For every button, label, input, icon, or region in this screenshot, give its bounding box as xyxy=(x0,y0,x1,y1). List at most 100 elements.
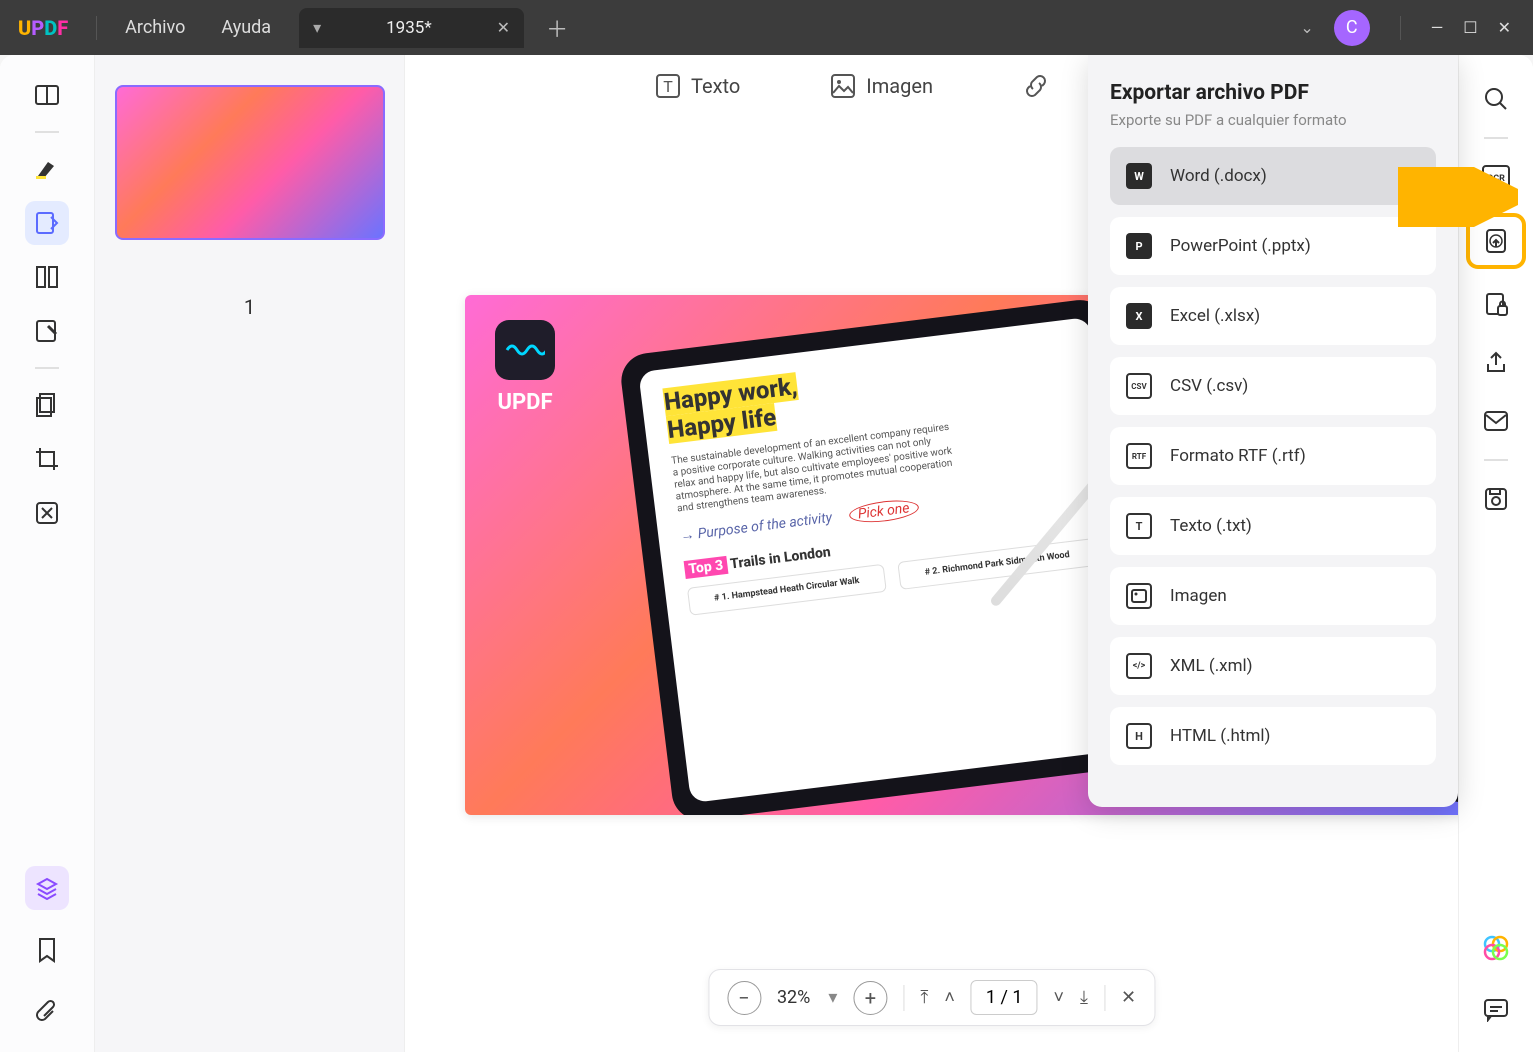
export-option-label: HTML (.html) xyxy=(1170,726,1270,746)
new-tab-button[interactable]: ＋ xyxy=(524,12,590,44)
compress-icon xyxy=(34,500,60,526)
export-option-label: PowerPoint (.pptx) xyxy=(1170,236,1311,256)
separator xyxy=(1104,985,1105,1011)
paperclip-icon xyxy=(35,999,59,1025)
app-logo: UPDF xyxy=(18,16,68,40)
rtf-icon: RTF xyxy=(1126,443,1152,469)
save-button[interactable] xyxy=(1474,477,1518,521)
export-icon xyxy=(1483,228,1509,254)
separator xyxy=(903,985,904,1011)
svg-text:T: T xyxy=(663,77,673,96)
export-option-word[interactable]: W Word (.docx) xyxy=(1110,147,1436,205)
stack-icon xyxy=(34,392,60,418)
search-button[interactable] xyxy=(1474,77,1518,121)
highlighter-icon xyxy=(34,156,60,182)
export-option-label: Excel (.xlsx) xyxy=(1170,306,1260,326)
page-thumbnail[interactable] xyxy=(115,85,385,240)
zoom-nav-bar: − 32% ▾ + ⤒ ˄ 1 / 1 ˅ ⤓ ✕ xyxy=(708,969,1155,1026)
protect-button[interactable] xyxy=(1474,283,1518,327)
form-tool-button[interactable] xyxy=(25,309,69,353)
bookmark-icon xyxy=(36,937,58,963)
menu-file[interactable]: Archivo xyxy=(107,17,203,38)
separator xyxy=(35,131,59,133)
thumbnail-panel: 1 xyxy=(95,55,405,1052)
attachment-button[interactable] xyxy=(25,990,69,1034)
zoom-dropdown-icon[interactable]: ▾ xyxy=(828,987,837,1008)
image-icon xyxy=(830,73,856,99)
export-option-rtf[interactable]: RTF Formato RTF (.rtf) xyxy=(1110,427,1436,485)
feedback-button[interactable] xyxy=(1474,988,1518,1032)
export-option-csv[interactable]: CSV CSV (.csv) xyxy=(1110,357,1436,415)
tab-close-icon[interactable]: ✕ xyxy=(497,18,510,37)
user-avatar[interactable]: C xyxy=(1334,10,1370,46)
search-icon xyxy=(1483,86,1509,112)
crop-tool-button[interactable] xyxy=(25,437,69,481)
next-page-button[interactable]: ˅ xyxy=(1053,987,1064,1008)
minimize-button[interactable]: — xyxy=(1431,18,1444,37)
maximize-button[interactable]: ☐ xyxy=(1463,18,1477,37)
page-indicator[interactable]: 1 / 1 xyxy=(971,980,1038,1015)
share-icon xyxy=(1484,350,1508,376)
tab-title: 1935* xyxy=(386,18,432,38)
export-option-text[interactable]: T Texto (.txt) xyxy=(1110,497,1436,555)
last-page-button[interactable]: ⤓ xyxy=(1080,987,1088,1008)
form-fill-icon xyxy=(34,318,60,344)
batch-button[interactable] xyxy=(25,383,69,427)
app-body: 1 T Texto Imagen UPDF xyxy=(0,55,1533,1052)
layers-button[interactable] xyxy=(25,866,69,910)
xml-icon: </> xyxy=(1126,653,1152,679)
export-option-label: Texto (.txt) xyxy=(1170,516,1252,536)
export-option-image[interactable]: Imagen xyxy=(1110,567,1436,625)
image-tool-button[interactable]: Imagen xyxy=(830,73,933,99)
chevron-down-icon[interactable]: ⌄ xyxy=(1300,18,1313,37)
export-option-label: Formato RTF (.rtf) xyxy=(1170,446,1306,466)
prev-page-button[interactable]: ˄ xyxy=(944,987,955,1008)
ai-assistant-button[interactable] xyxy=(1474,926,1518,970)
ai-flower-icon xyxy=(1482,934,1510,962)
thumbnail-page-number: 1 xyxy=(115,295,384,319)
export-option-html[interactable]: H HTML (.html) xyxy=(1110,707,1436,765)
export-option-powerpoint[interactable]: P PowerPoint (.pptx) xyxy=(1110,217,1436,275)
export-panel: Exportar archivo PDF Exporte su PDF a cu… xyxy=(1088,55,1458,807)
titlebar: UPDF Archivo Ayuda ▾ 1935* ✕ ＋ ⌄ C — ☐ ✕ xyxy=(0,0,1533,55)
export-subtitle: Exporte su PDF a cualquier formato xyxy=(1110,111,1436,129)
tab-pin-icon: ▾ xyxy=(313,18,321,37)
first-page-button[interactable]: ⤒ xyxy=(920,987,928,1008)
zoom-out-button[interactable]: − xyxy=(727,981,761,1015)
separator xyxy=(1400,16,1401,40)
link-icon xyxy=(1023,73,1049,99)
document-tab[interactable]: ▾ 1935* ✕ xyxy=(299,8,524,48)
compress-tool-button[interactable] xyxy=(25,491,69,535)
bookmark-button[interactable] xyxy=(25,928,69,972)
zoom-level: 32% xyxy=(777,987,810,1008)
separator xyxy=(35,367,59,369)
link-tool-button[interactable] xyxy=(1023,73,1049,99)
brand-logo-icon xyxy=(495,320,555,380)
close-bar-button[interactable]: ✕ xyxy=(1121,987,1136,1008)
close-window-button[interactable]: ✕ xyxy=(1498,18,1511,37)
edit-tool-button[interactable] xyxy=(25,201,69,245)
text-tool-button[interactable]: T Texto xyxy=(655,73,740,99)
organize-pages-button[interactable] xyxy=(25,255,69,299)
reader-mode-button[interactable] xyxy=(25,73,69,117)
export-option-excel[interactable]: X Excel (.xlsx) xyxy=(1110,287,1436,345)
export-option-label: Imagen xyxy=(1170,586,1227,606)
chat-icon xyxy=(1483,998,1509,1022)
zoom-in-button[interactable]: + xyxy=(853,981,887,1015)
comment-tool-button[interactable] xyxy=(25,147,69,191)
menu-help[interactable]: Ayuda xyxy=(203,17,289,38)
powerpoint-icon: P xyxy=(1126,233,1152,259)
edit-pdf-icon xyxy=(34,210,60,236)
export-title: Exportar archivo PDF xyxy=(1110,81,1436,105)
email-button[interactable] xyxy=(1474,399,1518,443)
csv-icon: CSV xyxy=(1126,373,1152,399)
left-toolbar xyxy=(0,55,95,1052)
lock-file-icon xyxy=(1484,292,1508,318)
share-button[interactable] xyxy=(1474,341,1518,385)
txt-icon: T xyxy=(1126,513,1152,539)
callout-arrow-icon xyxy=(1398,167,1518,227)
export-option-label: CSV (.csv) xyxy=(1170,376,1248,396)
export-option-xml[interactable]: </> XML (.xml) xyxy=(1110,637,1436,695)
word-icon: W xyxy=(1126,163,1152,189)
export-option-label: XML (.xml) xyxy=(1170,656,1253,676)
